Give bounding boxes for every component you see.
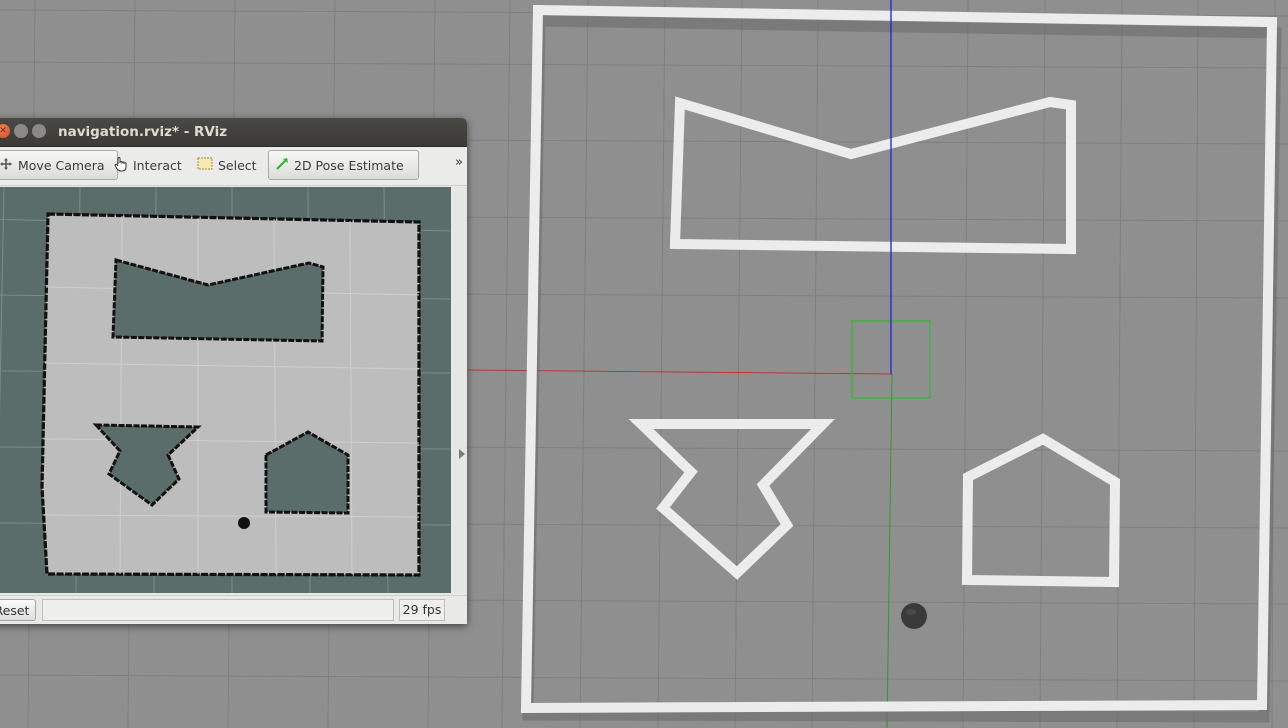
bowtie-obstacle xyxy=(669,96,1076,255)
map-free-space xyxy=(40,212,421,577)
2d-pose-estimate-label: 2D Pose Estimate xyxy=(294,157,404,173)
move-camera-label: Move Camera xyxy=(18,157,105,173)
expand-panel-arrow-icon[interactable] xyxy=(459,449,465,459)
window-title: navigation.rviz* - RViz xyxy=(58,124,228,140)
side-panel-toggle-strip[interactable] xyxy=(453,187,467,593)
robot-highlight xyxy=(906,609,916,615)
rviz-window: ✕ navigation.rviz* - RViz Move Camera In… xyxy=(0,118,467,624)
select-label: Select xyxy=(218,157,257,173)
move-camera-tool-button[interactable]: Move Camera xyxy=(0,150,118,180)
status-message-field xyxy=(42,599,394,621)
toolbar-overflow-button[interactable]: » xyxy=(455,155,463,170)
occupancy-map-view xyxy=(0,187,451,593)
minimize-window-button[interactable] xyxy=(14,124,28,138)
fps-counter: 29 fps xyxy=(399,599,445,621)
map-robot-marker xyxy=(238,517,250,529)
rviz-toolbar: Move Camera Interact Select 2D Pose Esti… xyxy=(0,147,467,186)
select-tool-button[interactable]: Select xyxy=(191,150,263,180)
move-camera-icon xyxy=(0,157,13,174)
maximize-window-button[interactable] xyxy=(32,124,46,138)
interact-label: Interact xyxy=(133,157,182,173)
interact-tool-button[interactable]: Interact xyxy=(108,150,188,180)
reset-button[interactable]: Reset xyxy=(0,599,36,621)
hand-pointer-icon xyxy=(114,156,128,175)
y-axis-line xyxy=(886,373,893,728)
hourglass-obstacle xyxy=(628,419,835,580)
pose-arrow-icon xyxy=(275,157,289,174)
close-window-button[interactable]: ✕ xyxy=(0,124,10,138)
select-rectangle-icon xyxy=(197,157,213,173)
window-titlebar[interactable]: ✕ navigation.rviz* - RViz xyxy=(0,118,467,147)
robot-body[interactable] xyxy=(901,603,927,629)
2d-pose-estimate-tool-button[interactable]: 2D Pose Estimate xyxy=(268,150,419,180)
rviz-3d-view[interactable] xyxy=(0,187,451,593)
status-bar: Reset 29 fps xyxy=(0,595,467,624)
